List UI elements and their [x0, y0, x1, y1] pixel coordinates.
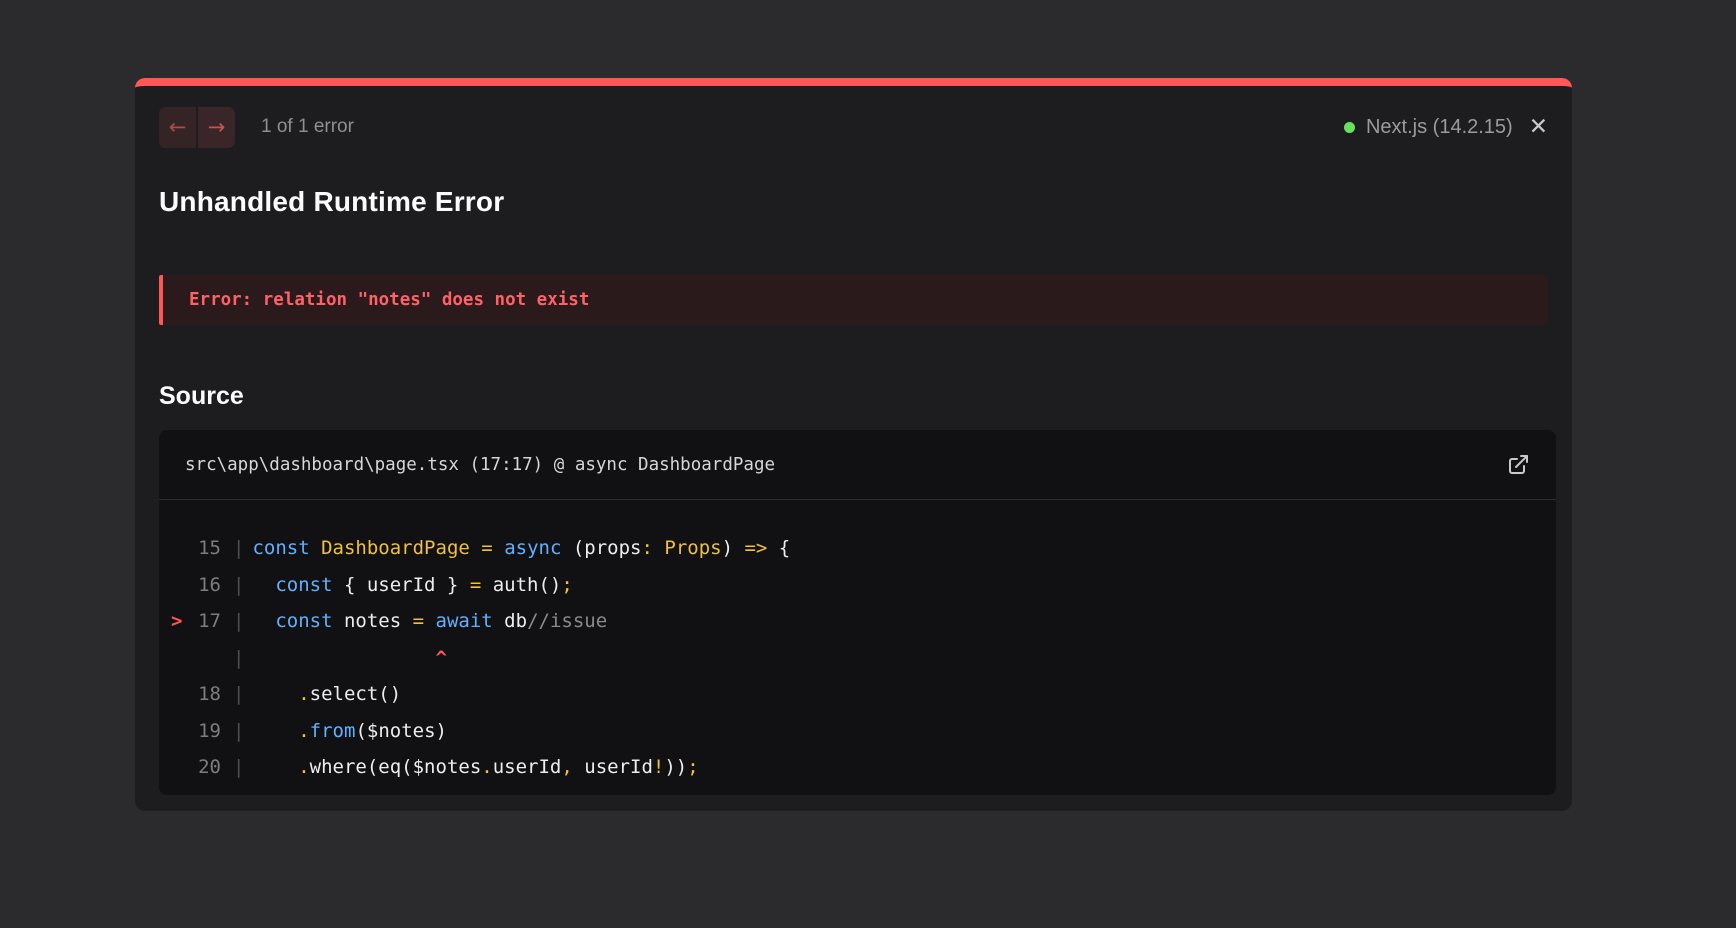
- code-line: | ^: [159, 640, 1556, 677]
- code-text: .from($notes): [252, 713, 447, 750]
- error-count-label: 1 of 1 error: [261, 116, 354, 138]
- code-line: 16| const { userId } = auth();: [159, 567, 1556, 604]
- code-text: const DashboardPage = async (props: Prop…: [252, 530, 790, 567]
- gutter-pipe: |: [221, 640, 252, 677]
- line-number: 16: [183, 567, 221, 604]
- gutter-pipe: |: [221, 713, 252, 750]
- code-block: 15|const DashboardPage = async (props: P…: [159, 500, 1556, 786]
- code-text: .select(): [252, 676, 401, 713]
- code-line: 15|const DashboardPage = async (props: P…: [159, 530, 1556, 567]
- gutter-spacer: [159, 676, 183, 713]
- error-line-marker: >: [159, 603, 183, 640]
- code-text: const notes = await db//issue: [252, 603, 607, 640]
- gutter-spacer: [159, 713, 183, 750]
- code-frame: src\app\dashboard\page.tsx (17:17) @ asy…: [159, 430, 1556, 795]
- error-message-text: Error: relation "notes" does not exist: [189, 290, 589, 310]
- status-dot-icon: [1344, 122, 1355, 133]
- gutter-pipe: |: [221, 530, 252, 567]
- line-number: 20: [183, 749, 221, 786]
- header-right: Next.js (14.2.15) ✕: [1344, 116, 1548, 139]
- gutter-pipe: |: [221, 603, 252, 640]
- line-number: 15: [183, 530, 221, 567]
- code-line: 20| .where(eq($notes.userId, userId!));: [159, 749, 1556, 786]
- line-number: 17: [183, 603, 221, 640]
- source-section-heading: Source: [159, 382, 1548, 411]
- code-line: 19| .from($notes): [159, 713, 1556, 750]
- gutter-pipe: |: [221, 749, 252, 786]
- error-pagination: ← →: [159, 107, 235, 148]
- gutter-spacer: [159, 749, 183, 786]
- page-title: Unhandled Runtime Error: [159, 186, 1548, 218]
- code-text: .where(eq($notes.userId, userId!));: [252, 749, 698, 786]
- line-number: 18: [183, 676, 221, 713]
- source-file-path: src\app\dashboard\page.tsx (17:17) @ asy…: [185, 455, 775, 475]
- code-frame-header: src\app\dashboard\page.tsx (17:17) @ asy…: [159, 430, 1556, 500]
- line-number: [183, 640, 221, 677]
- previous-error-button[interactable]: ←: [159, 107, 196, 148]
- gutter-spacer: [159, 640, 183, 677]
- code-line: 18| .select(): [159, 676, 1556, 713]
- external-link-icon: [1506, 453, 1530, 477]
- gutter-spacer: [159, 567, 183, 604]
- gutter-pipe: |: [221, 676, 252, 713]
- code-text: ^: [252, 640, 446, 677]
- code-line: >17| const notes = await db//issue: [159, 603, 1556, 640]
- open-in-editor-button[interactable]: [1506, 453, 1530, 477]
- line-number: 19: [183, 713, 221, 750]
- next-error-button[interactable]: →: [198, 107, 235, 148]
- close-icon[interactable]: ✕: [1529, 116, 1548, 139]
- framework-version-label: Next.js (14.2.15): [1366, 116, 1513, 139]
- dialog-header: ← → 1 of 1 error Next.js (14.2.15) ✕: [159, 106, 1548, 148]
- gutter-spacer: [159, 530, 183, 567]
- error-overlay-dialog: ← → 1 of 1 error Next.js (14.2.15) ✕ Unh…: [135, 78, 1572, 811]
- code-text: const { userId } = auth();: [252, 567, 572, 604]
- error-message-box: Error: relation "notes" does not exist: [159, 275, 1548, 325]
- gutter-pipe: |: [221, 567, 252, 604]
